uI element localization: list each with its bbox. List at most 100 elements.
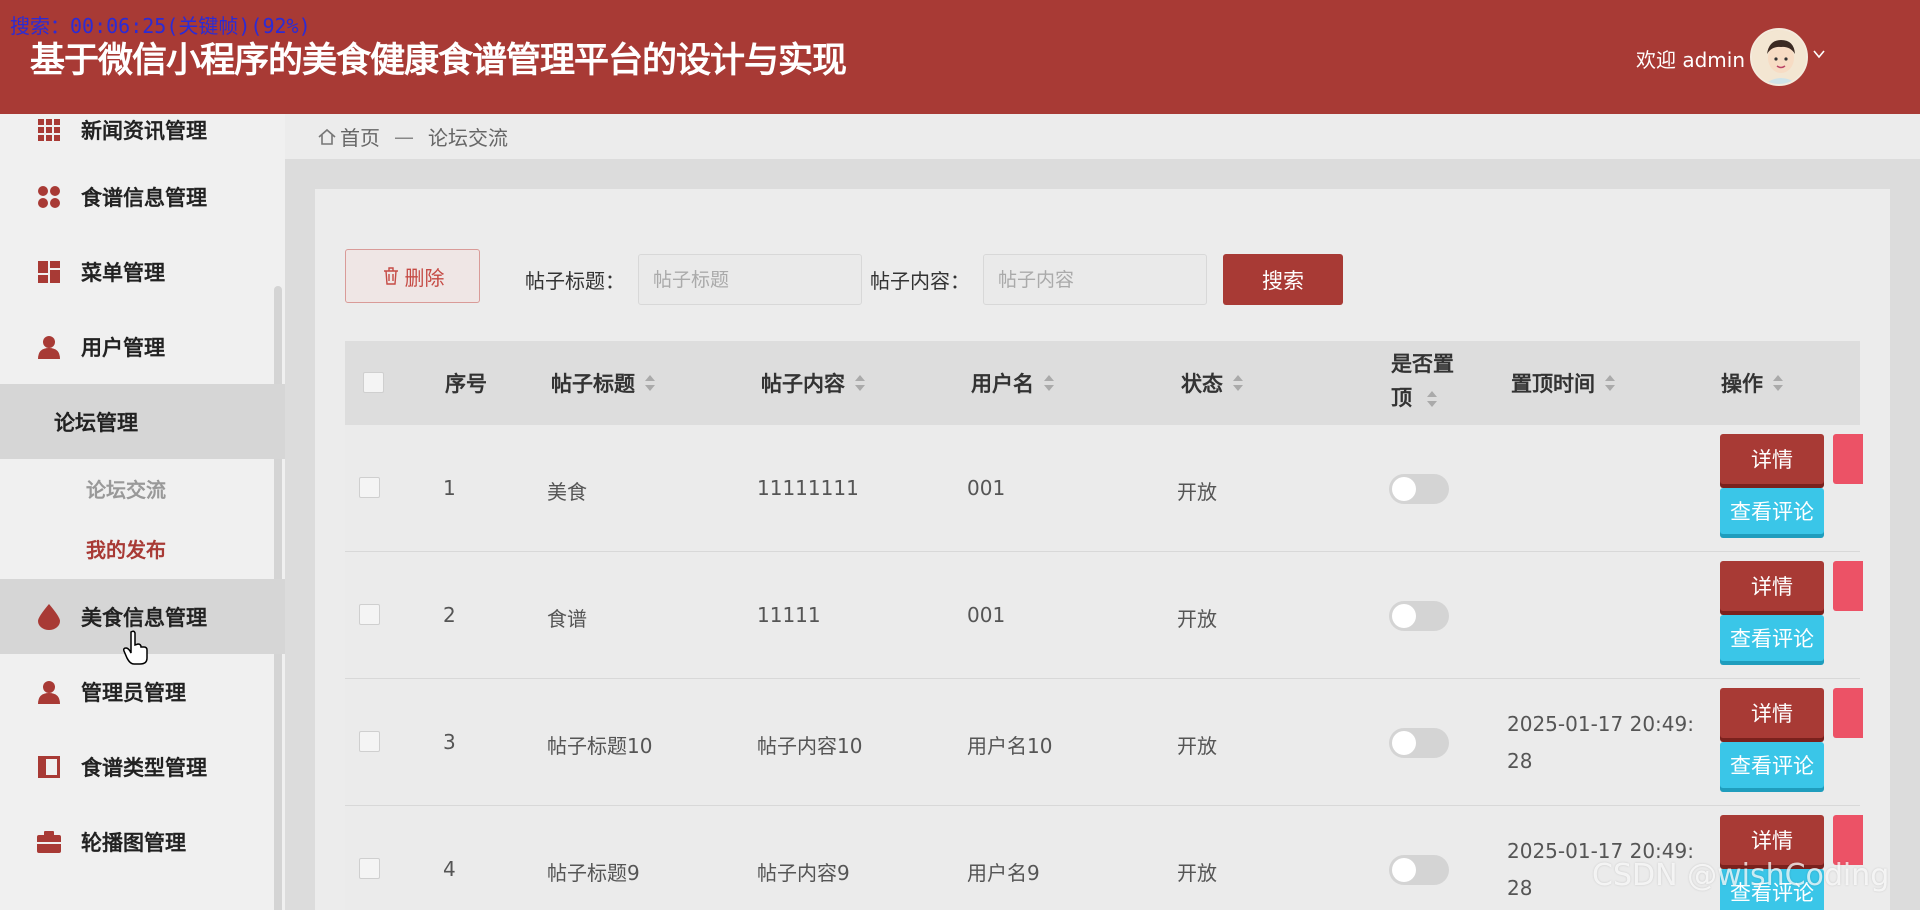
col-content[interactable]: 帖子内容 bbox=[761, 341, 867, 425]
cell-status: 开放 bbox=[1177, 607, 1217, 631]
video-search-overlay: 搜索：00:06:25(关键帧)(92%) bbox=[10, 14, 311, 38]
sort-icon[interactable] bbox=[1771, 373, 1785, 393]
sidebar-item-menu[interactable]: 菜单管理 bbox=[0, 234, 285, 309]
search-button[interactable]: 搜索 bbox=[1223, 254, 1343, 305]
cell-title: 帖子标题10 bbox=[547, 734, 653, 758]
grid-icon bbox=[36, 117, 62, 143]
col-title[interactable]: 帖子标题 bbox=[551, 341, 657, 425]
sidebar-item-forum[interactable]: 论坛管理 bbox=[0, 384, 285, 459]
col-index[interactable]: 序号 bbox=[445, 341, 495, 425]
pin-toggle[interactable] bbox=[1389, 728, 1449, 758]
content-card: 删除 帖子标题： 帖子内容： 搜索 序号 帖子标题 帖子内容 用户名 状态 是否… bbox=[315, 189, 1890, 910]
col-actions[interactable]: 操作 bbox=[1721, 341, 1785, 425]
sidebar-item-label: 轮播图管理 bbox=[81, 830, 186, 855]
welcome-text: 欢迎 admin bbox=[1636, 48, 1746, 72]
breadcrumb-home[interactable]: 首页 bbox=[340, 122, 380, 151]
user-icon bbox=[36, 679, 62, 705]
sidebar: 新闻资讯管理 食谱信息管理 菜单管理 用户管理 论坛管理 论坛交流 我的发布 美… bbox=[0, 114, 285, 910]
row-delete-button[interactable] bbox=[1833, 561, 1863, 611]
sidebar-item-recipe-types[interactable]: 食谱类型管理 bbox=[0, 729, 285, 804]
breadcrumb-separator: — bbox=[394, 124, 414, 149]
row-checkbox[interactable] bbox=[359, 858, 380, 879]
cell-content: 帖子内容10 bbox=[757, 734, 863, 758]
delete-button-label: 删除 bbox=[404, 265, 445, 290]
sidebar-item-label: 用户管理 bbox=[81, 335, 165, 360]
hand-cursor-icon bbox=[123, 630, 148, 665]
table-row: 1 美食 11111111 001 开放 详情 查看评论 bbox=[345, 425, 1863, 552]
cell-content: 11111 bbox=[757, 603, 821, 627]
row-delete-button[interactable] bbox=[1833, 688, 1863, 738]
detail-button[interactable]: 详情 bbox=[1720, 434, 1824, 484]
app-title: 基于微信小程序的美食健康食谱管理平台的设计与实现 bbox=[30, 41, 847, 81]
col-pinned-line1: 是否置 bbox=[1391, 352, 1454, 376]
sidebar-item-label: 食谱类型管理 bbox=[81, 755, 207, 780]
briefcase-icon bbox=[36, 829, 62, 855]
sidebar-item-users[interactable]: 用户管理 bbox=[0, 309, 285, 384]
view-comments-button[interactable]: 查看评论 bbox=[1720, 615, 1824, 661]
sort-icon[interactable] bbox=[853, 373, 867, 393]
sort-icon[interactable] bbox=[1042, 373, 1056, 393]
select-all-checkbox[interactable] bbox=[363, 372, 384, 393]
table-header: 序号 帖子标题 帖子内容 用户名 状态 是否置 顶 置顶时间 操作 bbox=[345, 341, 1860, 425]
cell-title: 食谱 bbox=[547, 607, 587, 631]
sidebar-subitem-my-posts[interactable]: 我的发布 bbox=[86, 534, 166, 563]
col-pin-time[interactable]: 置顶时间 bbox=[1511, 341, 1617, 425]
sort-icon[interactable] bbox=[1603, 373, 1617, 393]
user-icon bbox=[36, 334, 62, 360]
cell-title: 美食 bbox=[547, 480, 587, 504]
view-comments-button[interactable]: 查看评论 bbox=[1720, 488, 1824, 534]
cell-index: 3 bbox=[443, 730, 456, 754]
sidebar-subitem-forum-exchange[interactable]: 论坛交流 bbox=[86, 474, 166, 503]
row-delete-button[interactable] bbox=[1833, 434, 1863, 484]
col-pinned[interactable]: 是否置 顶 bbox=[1391, 347, 1454, 415]
title-filter-label: 帖子标题： bbox=[525, 269, 625, 293]
title-search-input[interactable] bbox=[638, 254, 862, 305]
row-checkbox[interactable] bbox=[359, 604, 380, 625]
chevron-down-icon[interactable] bbox=[1812, 47, 1826, 61]
cell-status: 开放 bbox=[1177, 480, 1217, 504]
home-icon[interactable] bbox=[317, 127, 337, 147]
sort-icon[interactable] bbox=[643, 373, 657, 393]
detail-button[interactable]: 详情 bbox=[1720, 561, 1824, 611]
posts-table: 序号 帖子标题 帖子内容 用户名 状态 是否置 顶 置顶时间 操作 1 美食 1… bbox=[345, 341, 1863, 910]
sidebar-item-label: 菜单管理 bbox=[81, 260, 165, 285]
cell-index: 2 bbox=[443, 603, 456, 627]
sidebar-item-label: 论坛管理 bbox=[54, 410, 138, 435]
row-checkbox[interactable] bbox=[359, 731, 380, 752]
delete-button[interactable]: 删除 bbox=[345, 249, 480, 303]
pin-toggle[interactable] bbox=[1389, 855, 1449, 885]
pin-toggle[interactable] bbox=[1389, 474, 1449, 504]
row-checkbox[interactable] bbox=[359, 477, 380, 498]
sidebar-item-label: 美食信息管理 bbox=[81, 605, 207, 630]
content-search-input[interactable] bbox=[983, 254, 1207, 305]
col-status[interactable]: 状态 bbox=[1181, 341, 1245, 425]
sidebar-item-label: 食谱信息管理 bbox=[81, 185, 207, 210]
watermark: CSDN @wishCoding bbox=[1592, 858, 1890, 893]
cell-content: 11111111 bbox=[757, 476, 859, 500]
cell-title: 帖子标题9 bbox=[547, 861, 640, 885]
cell-username: 用户名9 bbox=[967, 861, 1040, 885]
cell-status: 开放 bbox=[1177, 734, 1217, 758]
cell-status: 开放 bbox=[1177, 861, 1217, 885]
avatar[interactable] bbox=[1750, 28, 1808, 86]
book-icon bbox=[36, 754, 62, 780]
drop-icon bbox=[36, 603, 62, 630]
detail-button[interactable]: 详情 bbox=[1720, 688, 1824, 738]
cell-username: 001 bbox=[967, 476, 1006, 500]
view-comments-button[interactable]: 查看评论 bbox=[1720, 742, 1824, 788]
cell-username: 用户名10 bbox=[967, 734, 1053, 758]
cell-content: 帖子内容9 bbox=[757, 861, 850, 885]
content-filter-label: 帖子内容： bbox=[870, 269, 970, 293]
cell-pin-time: 2025-01-17 20:49: 28 bbox=[1507, 712, 1694, 773]
pin-toggle[interactable] bbox=[1389, 601, 1449, 631]
sidebar-item-label: 新闻资讯管理 bbox=[81, 118, 207, 143]
sort-icon[interactable] bbox=[1231, 373, 1245, 393]
col-username[interactable]: 用户名 bbox=[971, 341, 1056, 425]
sidebar-item-label: 管理员管理 bbox=[81, 680, 186, 705]
sidebar-item-recipe-info[interactable]: 食谱信息管理 bbox=[0, 159, 285, 234]
table-row: 3 帖子标题10 帖子内容10 用户名10 开放 2025-01-17 20:4… bbox=[345, 679, 1863, 806]
sort-icon[interactable] bbox=[1425, 389, 1439, 409]
cell-index: 1 bbox=[443, 476, 456, 500]
breadcrumb: 首页 — 论坛交流 bbox=[285, 114, 1920, 159]
sidebar-item-carousel[interactable]: 轮播图管理 bbox=[0, 804, 285, 879]
